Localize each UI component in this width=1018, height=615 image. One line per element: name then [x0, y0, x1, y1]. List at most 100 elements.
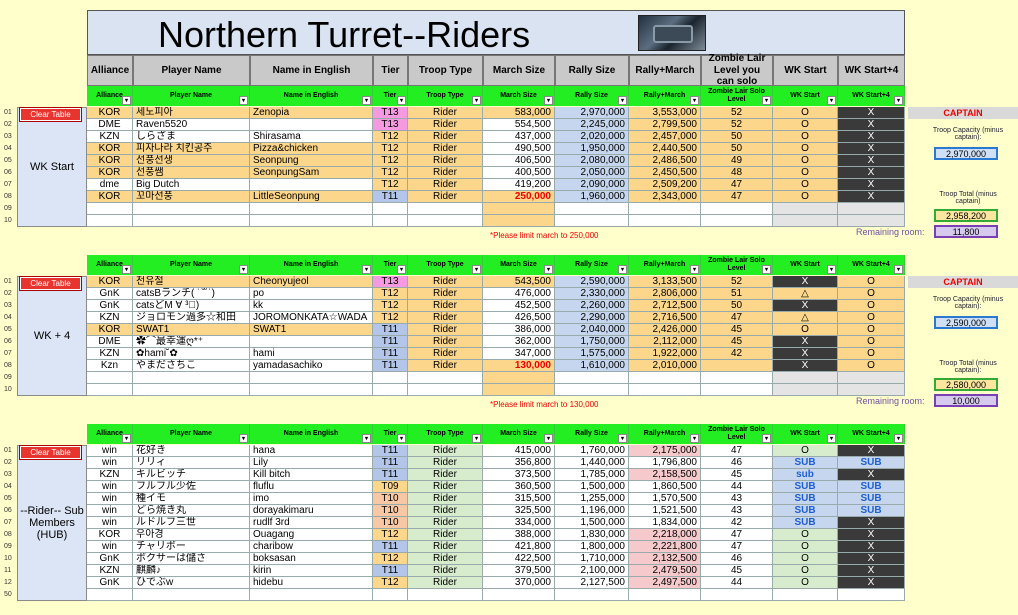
cell-10[interactable]: X — [838, 565, 905, 577]
cell-4[interactable]: Rider — [408, 529, 483, 541]
cell-7[interactable]: 2,440,500 — [629, 143, 701, 155]
filter-dropdown-icon[interactable]: ▾ — [827, 434, 836, 443]
cell-10[interactable]: X — [838, 179, 905, 191]
cell-9[interactable]: O — [773, 155, 838, 167]
cell-9[interactable]: SUB — [773, 481, 838, 493]
table-row[interactable] — [87, 384, 905, 396]
cell-4[interactable]: Rider — [408, 445, 483, 457]
cell-9[interactable]: X — [773, 300, 838, 312]
table-row[interactable]: win チャリボー charibow T11 Rider 421,800 1,800,000… — [87, 541, 905, 553]
cell-9[interactable]: X — [773, 336, 838, 348]
cell-8[interactable]: 50 — [701, 300, 773, 312]
cell-0[interactable]: KOR — [87, 107, 133, 119]
cell-10[interactable]: SUB — [838, 493, 905, 505]
cell-7[interactable] — [629, 384, 701, 396]
cell-9[interactable]: O — [773, 167, 838, 179]
cell-9[interactable]: O — [773, 553, 838, 565]
cell-7[interactable]: 2,806,000 — [629, 288, 701, 300]
cell-7[interactable] — [629, 203, 701, 215]
cell-10[interactable]: O — [838, 348, 905, 360]
cell-6[interactable]: 1,610,000 — [555, 360, 629, 372]
cell-7[interactable]: 2,450,500 — [629, 167, 701, 179]
cell-7[interactable]: 2,509,200 — [629, 179, 701, 191]
grid-header-0[interactable]: Alliance ▾ — [87, 424, 133, 444]
cell-5[interactable]: 315,500 — [483, 493, 555, 505]
grid-header-4[interactable]: Troop Type ▾ — [408, 424, 483, 444]
cell-4[interactable]: Rider — [408, 493, 483, 505]
cell-9[interactable] — [773, 589, 838, 601]
cell-8[interactable]: 50 — [701, 143, 773, 155]
cell-1[interactable]: やまださちこ — [133, 360, 250, 372]
table-row[interactable]: win どら焼き丸 dorayakimaru T10 Rider 325,500 1,196… — [87, 505, 905, 517]
cell-8[interactable]: 45 — [701, 469, 773, 481]
cell-8[interactable]: 42 — [701, 348, 773, 360]
cell-1[interactable]: 피자나라 치킨공주 — [133, 143, 250, 155]
cell-8[interactable]: 47 — [701, 541, 773, 553]
filter-dropdown-icon[interactable]: ▾ — [690, 96, 699, 105]
cell-3[interactable] — [373, 384, 408, 396]
troop-capacity-label[interactable]: Troop Capacity (minus captain): — [930, 127, 1006, 141]
row-number[interactable]: 04 — [4, 483, 12, 490]
cell-8[interactable]: 47 — [701, 191, 773, 203]
table-row[interactable]: KOR 우아경 Ouagang T12 Rider 388,000 1,830,000 2,2… — [87, 529, 905, 541]
cell-6[interactable]: 1,710,000 — [555, 553, 629, 565]
table-row[interactable]: KZN しらざま Shirasama T12 Rider 437,000 2,020,000… — [87, 131, 905, 143]
grid-header[interactable]: Alliance ▾ Player Name ▾ Name in English ▾ Tie… — [87, 424, 905, 444]
cell-8[interactable]: 52 — [701, 119, 773, 131]
cell-9[interactable] — [773, 384, 838, 396]
cell-0[interactable]: win — [87, 481, 133, 493]
cell-3[interactable]: T12 — [373, 577, 408, 589]
cell-2[interactable] — [250, 119, 373, 131]
cell-4[interactable]: Rider — [408, 107, 483, 119]
grid-header-10[interactable]: WK Start+4 ▾ — [838, 86, 905, 106]
filter-dropdown-icon[interactable]: ▾ — [122, 434, 131, 443]
grid-header-9[interactable]: WK Start ▾ — [773, 86, 838, 106]
cell-8[interactable]: 45 — [701, 324, 773, 336]
cell-3[interactable]: T12 — [373, 300, 408, 312]
row-number[interactable]: 02 — [4, 121, 12, 128]
cell-10[interactable]: X — [838, 553, 905, 565]
cell-7[interactable]: 2,175,000 — [629, 445, 701, 457]
cell-9[interactable]: O — [773, 143, 838, 155]
table-row[interactable]: KZN ジョロモン過多☆和田 JOROMONKATA☆WADA T12 Rider 426… — [87, 312, 905, 324]
table-row[interactable]: KOR 피자나라 치킨공주 Pizza&chicken T12 Rider 490,500… — [87, 143, 905, 155]
filter-dropdown-icon[interactable]: ▾ — [544, 265, 553, 274]
table-row[interactable]: DME Raven5520 T13 Rider 554,500 2,245,000 2,79… — [87, 119, 905, 131]
cell-0[interactable]: dme — [87, 179, 133, 191]
cell-2[interactable]: hami — [250, 348, 373, 360]
cell-10[interactable] — [838, 384, 905, 396]
cell-6[interactable]: 1,760,000 — [555, 445, 629, 457]
cell-1[interactable] — [133, 589, 250, 601]
cell-8[interactable]: 52 — [701, 276, 773, 288]
captain-label[interactable]: CAPTAIN — [908, 107, 1018, 119]
cell-6[interactable]: 2,970,000 — [555, 107, 629, 119]
filter-dropdown-icon[interactable]: ▾ — [362, 96, 371, 105]
row-number[interactable]: 01 — [4, 109, 12, 116]
grid-header-0[interactable]: Alliance ▾ — [87, 255, 133, 275]
table-row[interactable]: KZN ✿hami˘✿ hami T11 Rider 347,000 1,575,000 1,… — [87, 348, 905, 360]
grid-header-0[interactable]: Alliance ▾ — [87, 86, 133, 106]
cell-10[interactable] — [838, 215, 905, 227]
filter-dropdown-icon[interactable]: ▾ — [239, 265, 248, 274]
cell-0[interactable]: KOR — [87, 167, 133, 179]
grid-header-2[interactable]: Name in English ▾ — [250, 255, 373, 275]
remaining-room-label[interactable]: Remaining room: — [856, 227, 925, 237]
grid-header-7[interactable]: Rally+March ▾ — [629, 424, 701, 444]
cell-8[interactable]: 47 — [701, 179, 773, 191]
cell-2[interactable]: kirin — [250, 565, 373, 577]
cell-3[interactable]: T12 — [373, 131, 408, 143]
cell-7[interactable]: 2,221,800 — [629, 541, 701, 553]
clear-table-button[interactable]: Clear Table — [19, 445, 82, 460]
cell-6[interactable]: 1,500,000 — [555, 517, 629, 529]
cell-6[interactable] — [555, 384, 629, 396]
cell-1[interactable]: ジョロモン過多☆和田 — [133, 312, 250, 324]
cell-1[interactable]: ルドルフ三世 — [133, 517, 250, 529]
cell-4[interactable]: Rider — [408, 336, 483, 348]
cell-6[interactable]: 1,500,000 — [555, 481, 629, 493]
row-number[interactable]: 08 — [4, 531, 12, 538]
cell-8[interactable]: 45 — [701, 565, 773, 577]
filter-dropdown-icon[interactable]: ▾ — [472, 96, 481, 105]
cell-4[interactable]: Rider — [408, 312, 483, 324]
grid-header-6[interactable]: Rally Size ▾ — [555, 424, 629, 444]
filter-dropdown-icon[interactable]: ▾ — [239, 434, 248, 443]
